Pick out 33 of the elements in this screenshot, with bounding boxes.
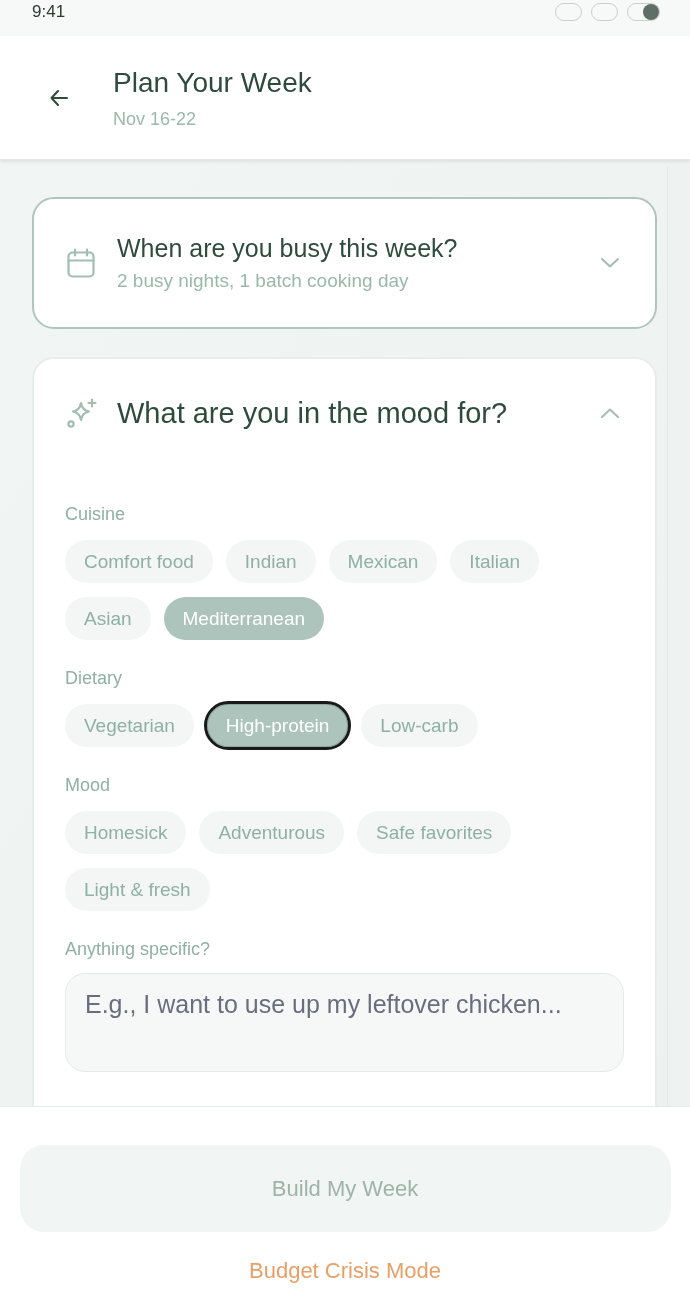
filter-chip[interactable]: Mediterranean — [163, 597, 325, 640]
sparkle-icon — [67, 398, 98, 428]
filter-chip[interactable]: Asian — [65, 597, 151, 640]
filter-chip[interactable]: Vegetarian — [65, 704, 194, 747]
calendar-icon — [67, 248, 95, 278]
filter-chip[interactable]: Indian — [225, 540, 316, 583]
toggle-icon — [627, 3, 660, 21]
budget-mode-link[interactable]: Budget Crisis Mode — [249, 1257, 441, 1285]
status-time: 9:41 — [32, 2, 66, 22]
section-summary: 2 busy nights, 1 batch cooking day — [117, 270, 410, 292]
filter-chip[interactable]: Low-carb — [361, 704, 478, 747]
filter-chip[interactable]: Comfort food — [65, 540, 213, 583]
filter-chip[interactable]: Safe favorites — [357, 811, 512, 854]
section-title: When are you busy this week? — [117, 234, 459, 263]
chevron-up-icon[interactable] — [601, 408, 619, 418]
section-title: What are you in the mood for? — [117, 396, 509, 430]
back-arrow-icon[interactable] — [50, 89, 68, 106]
page-subtitle: Nov 16-22 — [113, 108, 198, 130]
pill-icon — [555, 3, 582, 21]
filter-chip[interactable]: Homesick — [65, 811, 187, 854]
filter-chip[interactable]: Adventurous — [199, 811, 345, 854]
page-title: Plan Your Week — [113, 65, 312, 100]
chevron-down-icon[interactable] — [601, 258, 619, 268]
notes-field[interactable]: E.g., I want to use up my leftover chicken... — [65, 973, 624, 1072]
filter-chip[interactable]: Light & fresh — [65, 868, 210, 911]
filter-chip[interactable]: Mexican — [328, 540, 438, 583]
group-label: Dietary — [65, 667, 123, 689]
filter-chip[interactable]: High-protein — [206, 704, 349, 747]
pill-icon — [591, 3, 618, 21]
field-label: Anything specific? — [65, 938, 212, 960]
group-label: Cuisine — [65, 503, 127, 525]
filter-chip[interactable]: Italian — [450, 540, 540, 583]
group-label: Mood — [65, 774, 112, 796]
